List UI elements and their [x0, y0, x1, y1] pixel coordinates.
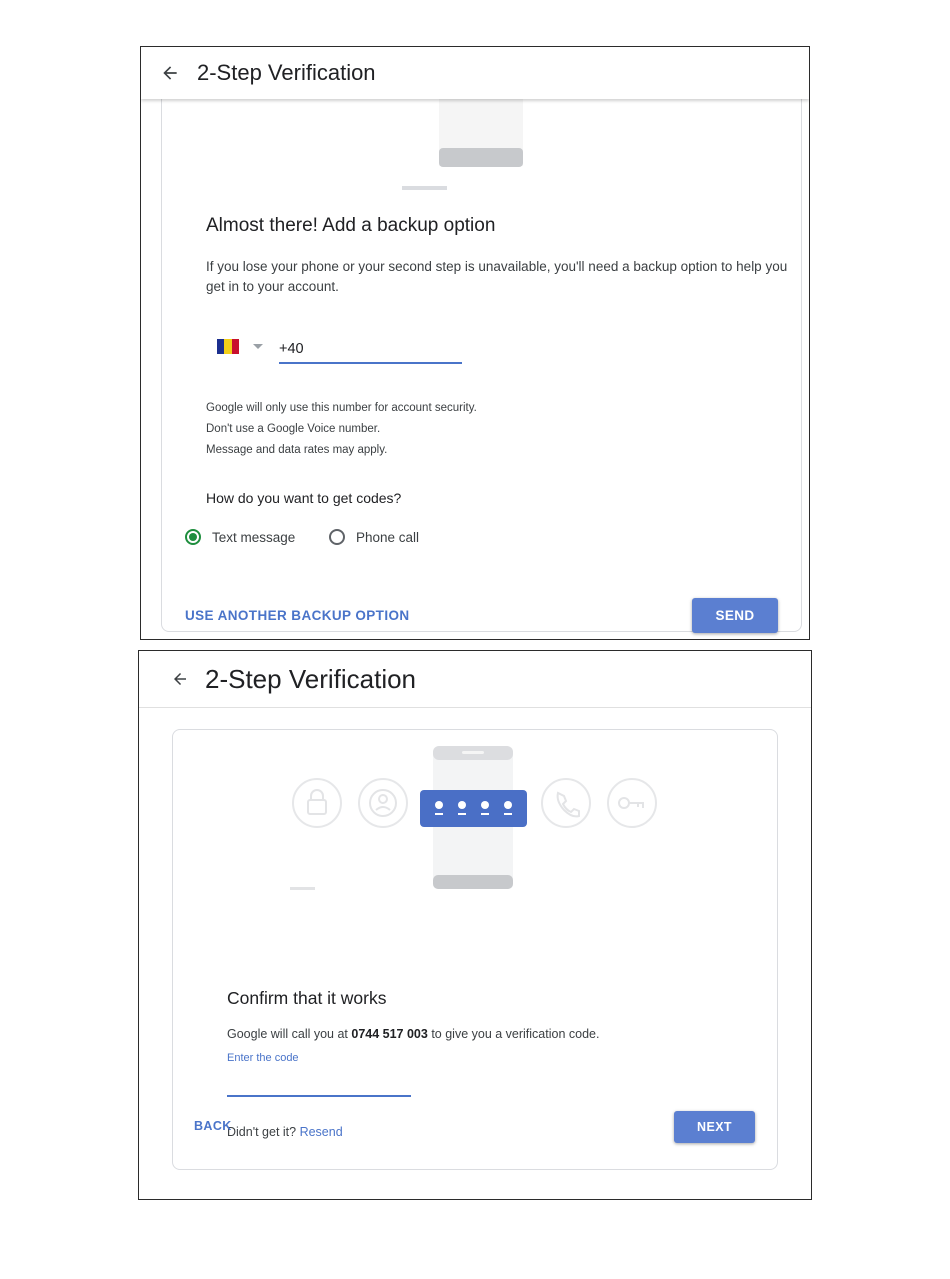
next-button[interactable]: NEXT	[674, 1111, 755, 1143]
call-description: Google will call you at 0744 517 003 to …	[227, 1027, 599, 1041]
phone-input-value: +40	[279, 341, 304, 357]
section-heading: Almost there! Add a backup option	[206, 215, 496, 236]
note-line: Message and data rates may apply.	[206, 444, 388, 456]
radio-button[interactable]	[329, 529, 345, 545]
flag-stripe-blue	[217, 339, 225, 354]
password-dots-badge	[420, 790, 527, 827]
backup-card: Almost there! Add a backup option If you…	[161, 77, 802, 633]
phone-number: 0744 517 003	[351, 1027, 428, 1041]
resend-row: Didn't get it? Resend	[227, 1125, 343, 1139]
backup-description: If you lose your phone or your second st…	[206, 259, 788, 294]
back-arrow-icon[interactable]	[169, 668, 191, 690]
section-heading: Confirm that it works	[227, 988, 387, 1008]
flag-stripe-red	[231, 339, 239, 354]
radio-label: Phone call	[356, 529, 420, 545]
page-title: 2-Step Verification	[197, 60, 376, 85]
app-bar: 2-Step Verification	[141, 47, 809, 99]
code-field-label: Enter the code	[227, 1052, 299, 1064]
verification-code-input[interactable]	[227, 1075, 411, 1097]
phone-handset-icon	[541, 778, 591, 828]
account-icon	[358, 778, 408, 828]
app-bar: 2-Step Verification	[139, 651, 811, 708]
radio-label: Text message	[212, 529, 296, 545]
verification-illustration	[290, 746, 657, 890]
country-flag-selector[interactable]	[217, 339, 239, 354]
radio-text-message[interactable]: Text message	[185, 529, 295, 545]
backup-option-screen: 2-Step Verification Almost there! Add a …	[140, 46, 810, 640]
description-suffix: to give you a verification code.	[427, 1027, 600, 1041]
phone-notes: Google will only use this number for acc…	[206, 398, 477, 461]
description-prefix: Google will call you at	[227, 1027, 352, 1041]
radio-phone-call[interactable]: Phone call	[329, 529, 419, 545]
codes-question: How do you want to get codes?	[206, 490, 402, 506]
chevron-down-icon[interactable]	[253, 344, 263, 349]
resend-link[interactable]: Resend	[300, 1125, 343, 1139]
phone-number-input[interactable]: +40	[279, 336, 462, 364]
send-button[interactable]: SEND	[692, 598, 778, 633]
page-title: 2-Step Verification	[205, 663, 417, 694]
flag-stripe-yellow	[224, 339, 232, 354]
use-another-backup-option-button[interactable]: USE ANOTHER BACKUP OPTION	[185, 608, 410, 623]
back-button[interactable]: BACK	[194, 1119, 232, 1133]
note-line: Google will only use this number for acc…	[206, 402, 477, 414]
key-icon	[607, 778, 657, 828]
lock-icon	[292, 778, 342, 828]
radio-button-checked[interactable]	[185, 529, 201, 545]
resend-prompt: Didn't get it?	[227, 1125, 300, 1139]
confirm-card: Confirm that it works Google will call y…	[172, 729, 778, 1170]
back-arrow-icon[interactable]	[158, 61, 182, 85]
note-line: Don't use a Google Voice number.	[206, 423, 381, 435]
confirm-screen: 2-Step Verification Confirm that it work…	[138, 650, 812, 1200]
